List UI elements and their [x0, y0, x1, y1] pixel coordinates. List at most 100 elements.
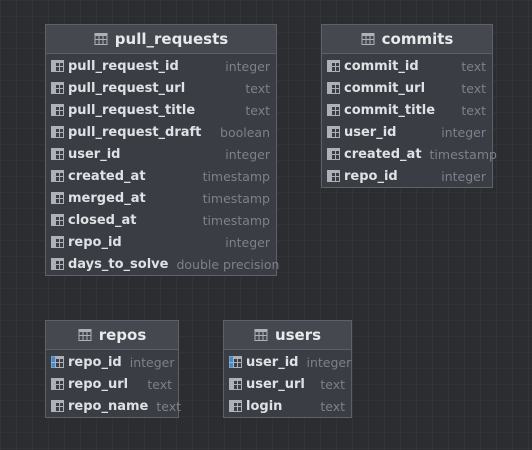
column-type: integer — [441, 168, 486, 184]
diagram-canvas[interactable]: pull_requests pull_request_id integer pull… — [0, 0, 532, 450]
column-type: text — [245, 102, 270, 118]
column-icon — [51, 400, 64, 412]
column-row[interactable]: user_id integer — [322, 121, 492, 143]
column-icon — [327, 82, 340, 94]
column-type: integer — [225, 234, 270, 250]
column-row[interactable]: created_at timestamp — [322, 143, 497, 165]
table-title: pull_requests — [114, 30, 229, 48]
column-name: closed_at — [68, 212, 137, 228]
column-row[interactable]: closed_at timestamp — [46, 209, 276, 231]
column-name: user_id — [68, 146, 121, 162]
column-row[interactable]: pull_request_draft boolean — [46, 121, 276, 143]
column-list: pull_request_id integer pull_request_url te… — [46, 54, 280, 275]
column-row[interactable]: commit_id text — [322, 55, 492, 77]
column-list: repo_id integer repo_url text repo_name text — [46, 350, 182, 417]
column-row[interactable]: repo_url text — [46, 373, 178, 395]
column-row[interactable]: commit_title text — [322, 99, 492, 121]
column-icon — [51, 378, 64, 390]
column-icon — [51, 82, 64, 94]
column-row[interactable]: pull_request_url text — [46, 77, 276, 99]
column-name: days_to_solve — [68, 256, 169, 272]
table-title: users — [274, 326, 322, 344]
column-type: timestamp — [202, 190, 270, 206]
column-icon — [51, 236, 64, 248]
table-repos[interactable]: repos repo_id integer repo_url text repo_nam… — [45, 320, 182, 418]
column-icon — [327, 126, 340, 138]
column-row[interactable]: repo_id integer — [322, 165, 492, 187]
column-row[interactable]: merged_at timestamp — [46, 187, 276, 209]
column-type: text — [245, 80, 270, 96]
column-type: timestamp — [202, 168, 270, 184]
column-name: repo_id — [68, 234, 122, 250]
column-type: text — [461, 80, 486, 96]
key-column-icon — [229, 356, 242, 368]
table-icon — [94, 33, 108, 45]
column-type: text — [147, 376, 172, 392]
column-type: timestamp — [202, 212, 270, 228]
column-row[interactable]: created_at timestamp — [46, 165, 276, 187]
column-row[interactable]: days_to_solve double precision — [46, 253, 280, 275]
column-name: repo_url — [68, 376, 129, 392]
column-row[interactable]: repo_id integer — [46, 351, 178, 373]
column-type: boolean — [220, 124, 270, 140]
table-title: commits — [381, 30, 454, 48]
table-users[interactable]: users user_id integer user_url text login tex… — [223, 320, 352, 418]
column-row[interactable]: pull_request_title text — [46, 99, 276, 121]
column-name: pull_request_id — [68, 58, 179, 74]
column-name: pull_request_url — [68, 80, 186, 96]
column-row[interactable]: user_url text — [224, 373, 351, 395]
column-name: pull_request_title — [68, 102, 196, 118]
column-row[interactable]: user_id integer — [224, 351, 351, 373]
table-title: repos — [98, 326, 147, 344]
column-list: user_id integer user_url text login text — [224, 350, 351, 417]
column-icon — [229, 378, 242, 390]
column-name: user_url — [246, 376, 305, 392]
column-type: text — [156, 398, 182, 414]
column-type: integer — [225, 146, 270, 162]
column-row[interactable]: pull_request_id integer — [46, 55, 276, 77]
column-name: created_at — [344, 146, 422, 162]
column-name: repo_name — [68, 398, 149, 414]
column-name: login — [246, 398, 283, 414]
column-icon — [229, 400, 242, 412]
table-icon — [254, 329, 268, 341]
column-name: repo_id — [68, 354, 122, 370]
column-row[interactable]: commit_url text — [322, 77, 492, 99]
table-pull-requests[interactable]: pull_requests pull_request_id integer pull… — [45, 24, 280, 276]
column-name: user_id — [344, 124, 397, 140]
column-name: commit_id — [344, 58, 419, 74]
column-name: commit_url — [344, 80, 426, 96]
column-icon — [51, 192, 64, 204]
column-name: repo_id — [344, 168, 398, 184]
column-type: integer — [441, 124, 486, 140]
column-name: user_id — [246, 354, 299, 370]
column-icon — [51, 214, 64, 226]
column-icon — [51, 258, 64, 270]
table-header[interactable]: pull_requests — [46, 25, 276, 54]
table-header[interactable]: commits — [322, 25, 492, 54]
column-type: double precision — [176, 256, 280, 272]
column-icon — [51, 104, 64, 116]
column-name: commit_title — [344, 102, 436, 118]
column-row[interactable]: user_id integer — [46, 143, 276, 165]
column-icon — [51, 60, 64, 72]
column-icon — [327, 170, 340, 182]
column-type: integer — [225, 58, 270, 74]
table-header[interactable]: repos — [46, 321, 178, 350]
column-type: text — [320, 398, 345, 414]
column-row[interactable]: login text — [224, 395, 351, 417]
column-row[interactable]: repo_name text — [46, 395, 182, 417]
table-header[interactable]: users — [224, 321, 351, 350]
column-name: merged_at — [68, 190, 146, 206]
column-icon — [51, 148, 64, 160]
column-list: commit_id text commit_url text commit_title t… — [322, 54, 497, 187]
column-icon — [51, 126, 64, 138]
column-row[interactable]: repo_id integer — [46, 231, 276, 253]
table-icon — [361, 33, 375, 45]
column-type: integer — [306, 354, 352, 370]
key-column-icon — [51, 356, 64, 368]
column-icon — [327, 148, 340, 160]
column-type: text — [320, 376, 345, 392]
column-type: text — [461, 58, 486, 74]
table-commits[interactable]: commits commit_id text commit_url text commi… — [321, 24, 497, 188]
